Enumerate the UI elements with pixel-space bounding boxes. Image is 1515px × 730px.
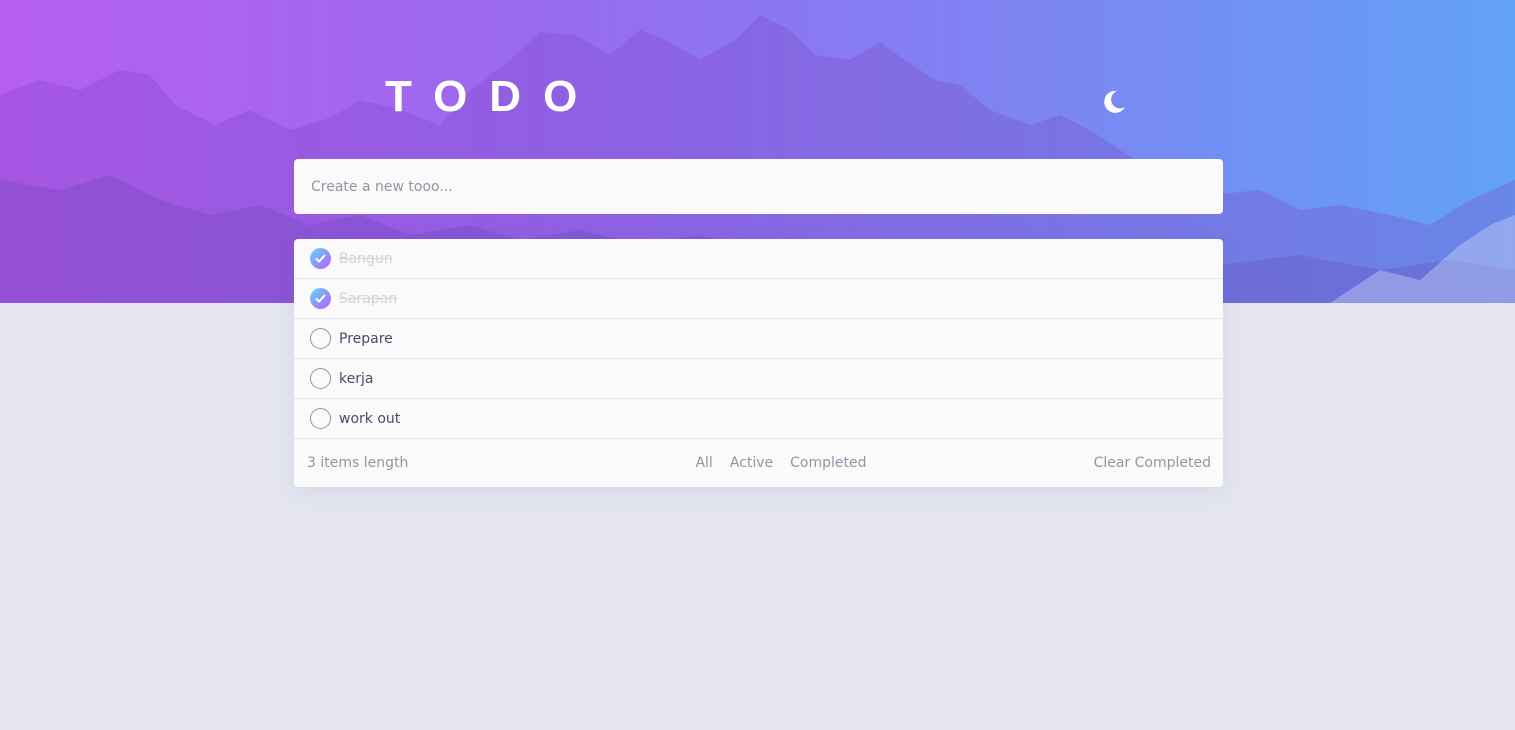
todo-item-label: Bangun: [339, 250, 393, 267]
filter-group: All Active Completed: [695, 455, 866, 471]
check-icon: [315, 254, 326, 263]
clear-completed-button[interactable]: Clear Completed: [1094, 455, 1211, 471]
todo-checkbox[interactable]: [310, 408, 331, 429]
todo-item: Prepare: [294, 319, 1223, 359]
todo-item: work out: [294, 399, 1223, 439]
check-icon: [315, 294, 326, 303]
moon-icon: [1104, 90, 1125, 113]
todo-item-label: Sarapan: [339, 290, 398, 307]
todo-item-label: work out: [339, 410, 401, 427]
todo-checkbox[interactable]: [310, 248, 331, 269]
filter-active[interactable]: Active: [730, 455, 773, 471]
todo-item: kerja: [294, 359, 1223, 399]
page-title: TODO: [385, 72, 600, 121]
new-todo-field: [294, 159, 1223, 214]
filter-all[interactable]: All: [695, 455, 712, 471]
filter-completed[interactable]: Completed: [790, 455, 866, 471]
items-left-count: 3 items length: [307, 455, 409, 471]
todo-footer: 3 items length All Active Completed Clea…: [294, 439, 1223, 487]
todo-item-label: Prepare: [339, 330, 393, 347]
new-todo-input[interactable]: [311, 178, 1206, 195]
todo-list: Bangun Sarapan Prepare kerja work out 3 …: [294, 239, 1223, 487]
todo-checkbox[interactable]: [310, 288, 331, 309]
todo-checkbox[interactable]: [310, 368, 331, 389]
todo-item: Bangun: [294, 239, 1223, 279]
theme-toggle-button[interactable]: [1099, 88, 1127, 116]
todo-checkbox[interactable]: [310, 328, 331, 349]
todo-item-label: kerja: [339, 370, 374, 387]
todo-item: Sarapan: [294, 279, 1223, 319]
